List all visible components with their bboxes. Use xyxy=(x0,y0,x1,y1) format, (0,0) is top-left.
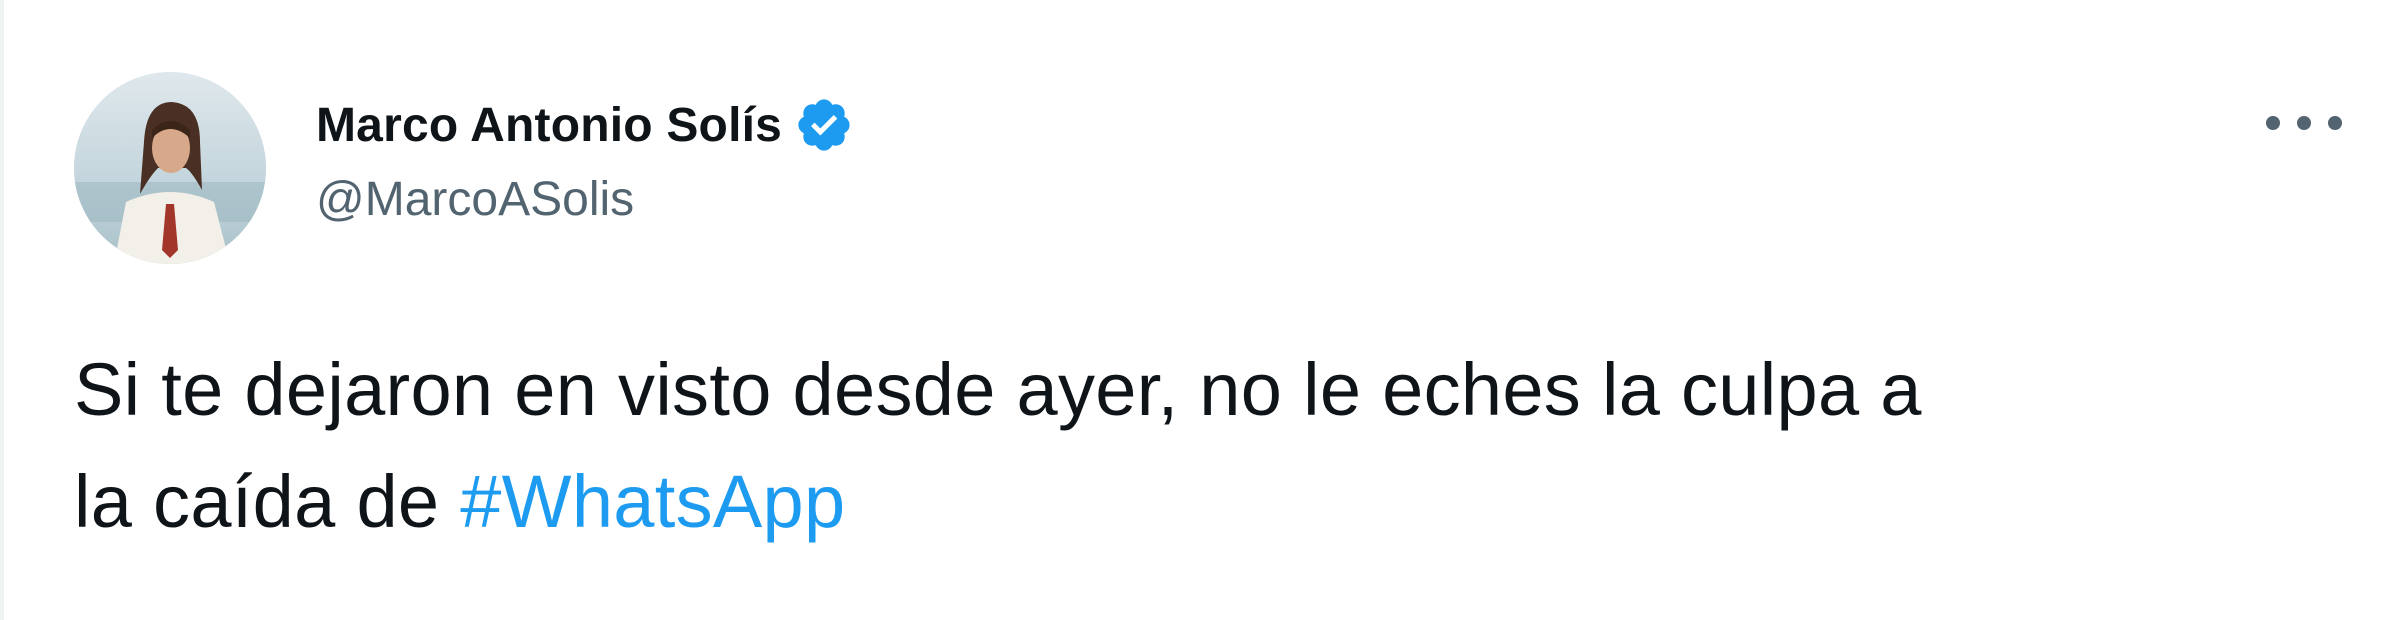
author-display-name[interactable]: Marco Antonio Solís xyxy=(316,98,782,153)
hashtag-link[interactable]: #WhatsApp xyxy=(460,460,845,543)
author-name-row[interactable]: Marco Antonio Solís xyxy=(316,92,854,158)
tweet-card: Marco Antonio Solís @MarcoASolis Si te d… xyxy=(0,0,2398,620)
more-dot xyxy=(2328,116,2342,130)
tweet-text-line-1: Si te dejaron en visto desde ayer, no le… xyxy=(74,348,1922,431)
verified-badge-icon xyxy=(794,95,854,155)
more-dot xyxy=(2297,116,2311,130)
profile-photo xyxy=(74,72,266,264)
avatar[interactable] xyxy=(74,72,266,264)
tweet-text-line-2-prefix: la caída de xyxy=(74,460,461,543)
author-handle[interactable]: @MarcoASolis xyxy=(316,172,634,227)
more-dot xyxy=(2266,116,2280,130)
tweet-text: Si te dejaron en visto desde ayer, no le… xyxy=(74,334,2354,558)
tweet-text-line-2: la caída de #WhatsApp xyxy=(74,446,2354,558)
more-options-icon[interactable] xyxy=(2266,100,2342,146)
